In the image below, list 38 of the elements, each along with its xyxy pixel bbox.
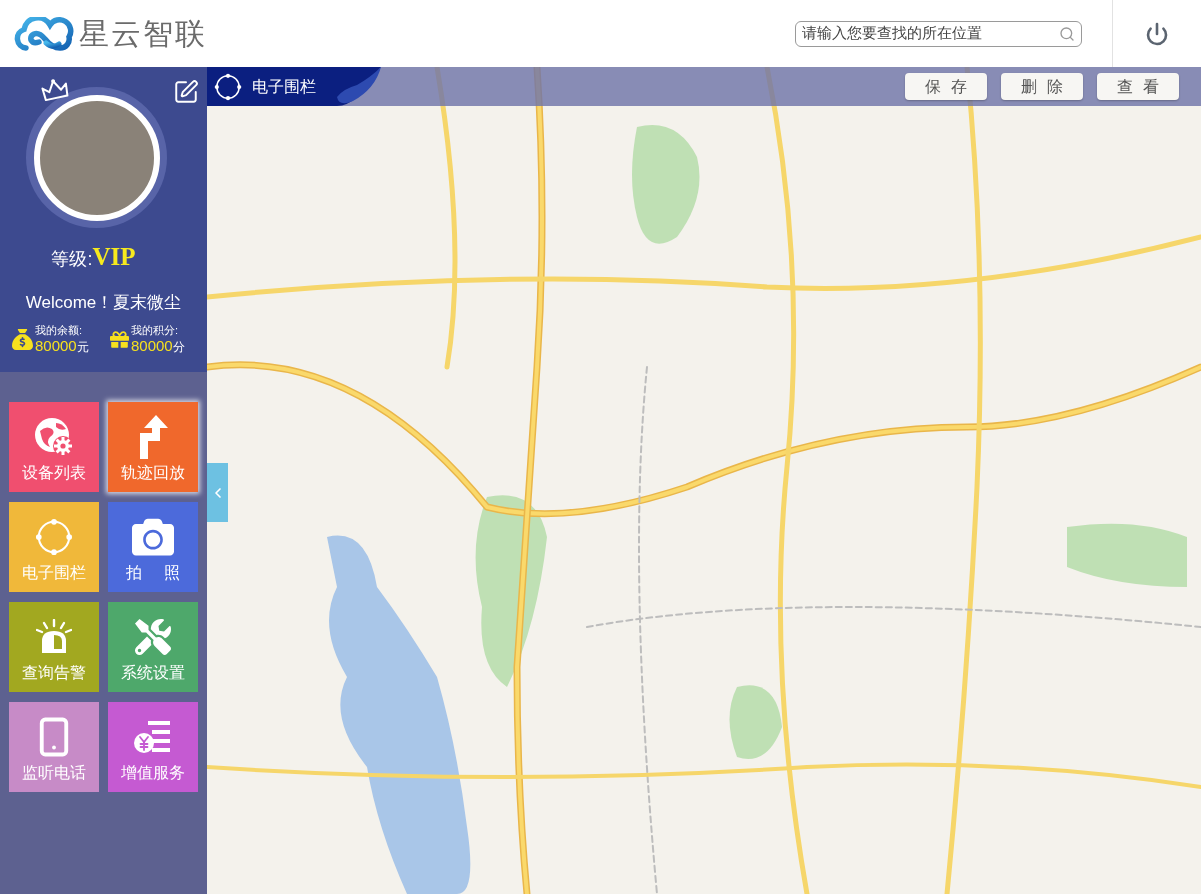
turn-arrow-icon [138, 415, 168, 459]
toolbar-title: 电子围栏 [252, 76, 316, 97]
points-amount: 80000 [131, 338, 173, 353]
balance-amount: 80000 [35, 338, 77, 353]
circle-nodes-icon [214, 72, 242, 101]
menu-tile[interactable]: 设备列表 [9, 402, 99, 492]
balance-label: 我的余额: [35, 325, 84, 336]
welcome-text: Welcome！夏末微尘 [25, 291, 182, 314]
camera-icon [132, 516, 174, 558]
power-icon[interactable] [1145, 21, 1169, 46]
menu-tile[interactable]: 拍 照 [108, 502, 198, 592]
menu-tile[interactable]: 监听电话 [9, 702, 99, 792]
points-unit: 分 [172, 341, 185, 353]
money-bag-icon [12, 328, 33, 350]
level-value: VIP [92, 242, 136, 272]
points-label: 我的积分: [131, 325, 180, 336]
menu-tile[interactable]: 轨迹回放 [108, 402, 198, 492]
menu-tile[interactable]: 电子围栏 [9, 502, 99, 592]
circle-nodes-icon [35, 518, 73, 556]
logo-icon [12, 16, 74, 51]
globe-gear-icon [34, 417, 74, 457]
gift-icon [110, 329, 129, 349]
balance-unit: 元 [76, 341, 89, 353]
menu-tile[interactable]: 系统设置 [108, 602, 198, 692]
collapse-tab[interactable] [207, 463, 228, 522]
search-icon[interactable] [1059, 25, 1075, 42]
coin-list-icon [134, 719, 172, 755]
level-label: 等级: [51, 249, 93, 271]
menu-tile[interactable]: 查询告警 [9, 602, 99, 692]
edit-icon[interactable] [173, 79, 199, 105]
search-field[interactable]: 请输入您要查找的所在位置 [795, 20, 1082, 47]
toolbar-button[interactable]: 保 存 [905, 73, 987, 100]
toolbar-button[interactable]: 删 除 [1001, 73, 1083, 100]
menu-tile[interactable]: 增值服务 [108, 702, 198, 792]
logo-text: 星云智联 [79, 18, 207, 49]
toolbar-button[interactable]: 查 看 [1097, 73, 1179, 100]
tools-icon [135, 619, 171, 655]
siren-icon [36, 619, 72, 655]
